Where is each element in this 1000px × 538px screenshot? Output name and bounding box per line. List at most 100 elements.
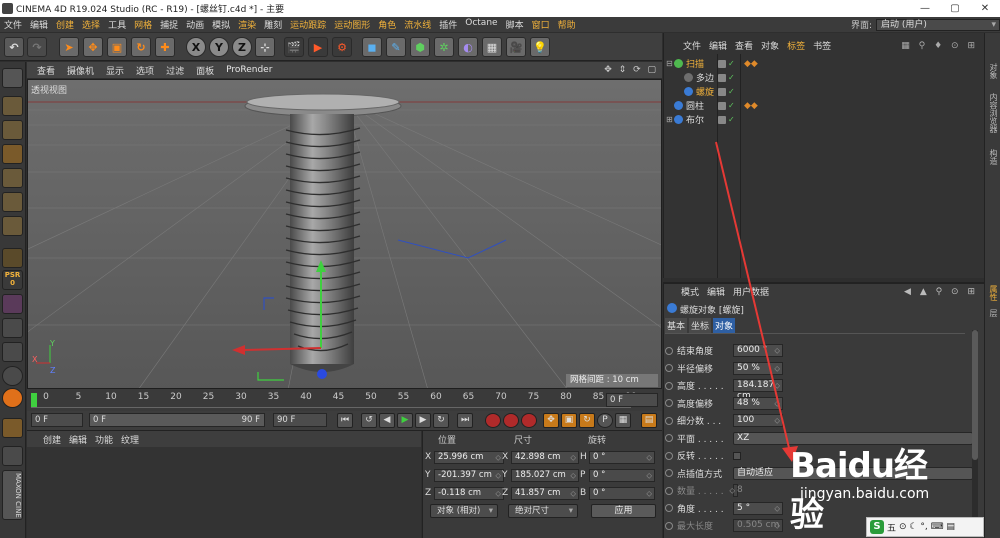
side-tab-structure[interactable]: 构造 bbox=[987, 149, 999, 165]
model-mode-icon[interactable] bbox=[2, 96, 23, 116]
animate-radio-icon[interactable] bbox=[665, 486, 673, 495]
object-menu-item[interactable]: 书签 bbox=[809, 39, 835, 52]
coord-system-icon[interactable]: ⊹ bbox=[255, 37, 275, 57]
side-tab-attributes[interactable]: 属性 bbox=[987, 285, 999, 301]
menu-item[interactable]: 渲染 bbox=[234, 18, 260, 31]
object-type-icon[interactable] bbox=[684, 73, 693, 82]
visibility-flags[interactable]: ✓ bbox=[718, 73, 736, 82]
render-picture-viewer-icon[interactable]: ▶ bbox=[308, 37, 328, 57]
ime-toolbar[interactable]: S 五 ⊙ ☾ °, ⌨ ▤ bbox=[866, 517, 984, 537]
menu-item[interactable]: 脚本 bbox=[502, 18, 528, 31]
attribute-row[interactable]: 数量 . . . . .8 bbox=[665, 484, 743, 497]
timeline-tick-label[interactable]: 35 bbox=[268, 392, 279, 402]
editor-visibility-icon[interactable] bbox=[718, 87, 726, 96]
viewport-menu-cameras[interactable]: 摄像机 bbox=[61, 64, 100, 77]
object-row[interactable]: 多边 ✓ bbox=[664, 71, 984, 84]
coord-rotation-row[interactable]: P0 ° bbox=[580, 468, 655, 482]
render-view-icon[interactable]: 🎬 bbox=[284, 37, 304, 57]
axis-mode-icon[interactable] bbox=[2, 248, 23, 268]
timeline-tick-label[interactable]: 80 bbox=[560, 392, 571, 402]
menu-item[interactable]: 编辑 bbox=[26, 18, 52, 31]
coord-rotation-field[interactable]: 0 ° bbox=[589, 486, 655, 500]
expand-toggle-icon[interactable]: ⊟ bbox=[666, 59, 674, 68]
enabled-check-icon[interactable]: ✓ bbox=[728, 115, 736, 124]
coord-size-axis-label[interactable]: X bbox=[502, 452, 511, 462]
attribute-tab[interactable]: 基本 bbox=[665, 318, 688, 333]
phong-tag-icon[interactable]: ◆◆ bbox=[744, 59, 758, 69]
attribute-row[interactable]: 角度 . . . . .5 ° bbox=[665, 501, 783, 515]
maximize-button[interactable]: ▢ bbox=[940, 3, 970, 14]
snap-icon[interactable] bbox=[2, 294, 23, 314]
attribute-value-field[interactable]: 0.505 cm bbox=[733, 519, 783, 532]
coord-position-row[interactable]: X 25.996 cm bbox=[425, 450, 504, 464]
editor-visibility-icon[interactable] bbox=[718, 59, 726, 68]
viewport-nav-icons[interactable]: ✥ ⇕ ⟳ ▢ bbox=[604, 65, 662, 75]
animate-radio-icon[interactable] bbox=[665, 381, 673, 390]
rotate-icon[interactable]: ↻ bbox=[131, 37, 151, 57]
coord-size-row[interactable]: Z 41.857 cm bbox=[502, 486, 579, 500]
visibility-flags[interactable]: ✓ bbox=[718, 115, 736, 124]
viewport-menu-prorender[interactable]: ProRender bbox=[220, 65, 278, 75]
viewport-menu-panel[interactable]: 面板 bbox=[190, 64, 220, 77]
enabled-check-icon[interactable]: ✓ bbox=[728, 87, 736, 96]
play-icon[interactable]: ▶ bbox=[397, 413, 413, 428]
prev-key-icon[interactable]: ↺ bbox=[361, 413, 377, 428]
timeline-tick-label[interactable]: 75 bbox=[528, 392, 539, 402]
menu-item[interactable]: 运动跟踪 bbox=[286, 18, 330, 31]
deformer-icon[interactable]: ◐ bbox=[458, 37, 478, 57]
timeline-tick-label[interactable]: 0 bbox=[43, 392, 49, 402]
object-type-icon[interactable] bbox=[674, 115, 683, 124]
make-editable-icon[interactable] bbox=[2, 68, 23, 88]
menu-item[interactable]: 创建 bbox=[52, 18, 78, 31]
coord-size-field[interactable]: 42.898 cm bbox=[511, 450, 579, 464]
animate-radio-icon[interactable] bbox=[665, 416, 673, 425]
coord-position-field[interactable]: -201.397 cm bbox=[434, 468, 504, 482]
coord-size-field[interactable]: 185.027 cm bbox=[511, 468, 579, 482]
material-menu-create[interactable]: 创建 bbox=[39, 433, 65, 446]
pen-icon[interactable]: ✎ bbox=[386, 37, 406, 57]
key-scale-icon[interactable]: ▣ bbox=[561, 413, 577, 428]
timeline-tick-label[interactable]: 85 bbox=[593, 392, 604, 402]
grid-icon[interactable] bbox=[2, 446, 23, 466]
size-mode-dropdown[interactable]: 绝对尺寸 bbox=[508, 504, 578, 518]
playhead-marker[interactable] bbox=[31, 393, 37, 407]
ime-mode-label[interactable]: 五 bbox=[887, 521, 896, 534]
coord-size-row[interactable]: Y 185.027 cm bbox=[502, 468, 579, 482]
visibility-flags[interactable]: ✓ bbox=[718, 101, 736, 110]
timeline-tick-label[interactable]: 30 bbox=[235, 392, 246, 402]
enabled-check-icon[interactable]: ✓ bbox=[728, 101, 736, 110]
timeline-tick-label[interactable]: 55 bbox=[398, 392, 409, 402]
coord-size-field[interactable]: 41.857 cm bbox=[511, 486, 579, 500]
next-frame-icon[interactable]: ▶ bbox=[415, 413, 431, 428]
attribute-label[interactable]: 数量 . . . . . bbox=[677, 484, 733, 497]
current-frame-field[interactable]: 0 F bbox=[606, 393, 658, 407]
coord-position-row[interactable]: Z -0.118 cm bbox=[425, 486, 504, 500]
animate-radio-icon[interactable] bbox=[665, 399, 673, 407]
animate-radio-icon[interactable] bbox=[665, 364, 673, 372]
menu-item[interactable]: 帮助 bbox=[554, 18, 580, 31]
animate-radio-icon[interactable] bbox=[665, 504, 673, 512]
polygons-mode-icon[interactable] bbox=[2, 216, 23, 236]
attribute-label[interactable]: 角度 . . . . . bbox=[677, 502, 733, 515]
object-name[interactable]: 圆柱 bbox=[686, 99, 720, 112]
object-type-icon[interactable] bbox=[674, 59, 683, 68]
attribute-scrollbar-thumb[interactable] bbox=[972, 330, 978, 460]
select-icon[interactable]: ➤ bbox=[59, 37, 79, 57]
attribute-value-field[interactable]: 5 ° bbox=[733, 501, 783, 515]
menu-item[interactable]: 雕刻 bbox=[260, 18, 286, 31]
coord-axis-label[interactable]: Z bbox=[425, 488, 434, 498]
coord-position-field[interactable]: -0.118 cm bbox=[434, 486, 504, 500]
minimize-button[interactable]: — bbox=[910, 3, 940, 14]
animate-radio-icon[interactable] bbox=[665, 469, 673, 477]
s-plugin-icon[interactable] bbox=[2, 388, 23, 408]
viewport-menu-display[interactable]: 显示 bbox=[100, 64, 130, 77]
side-tab-content-browser[interactable]: 内容浏览器 bbox=[987, 93, 999, 133]
subdivision-icon[interactable]: ⬢ bbox=[410, 37, 430, 57]
coord-axis-label[interactable]: Y bbox=[425, 470, 434, 480]
menu-item[interactable]: Octane bbox=[461, 18, 501, 31]
viewport-menu-options[interactable]: 选项 bbox=[130, 64, 160, 77]
menu-item[interactable]: 工具 bbox=[104, 18, 130, 31]
add-icon[interactable]: ✚ bbox=[155, 37, 175, 57]
timeline-tick-label[interactable]: 65 bbox=[463, 392, 474, 402]
object-name[interactable]: 布尔 bbox=[686, 113, 720, 126]
